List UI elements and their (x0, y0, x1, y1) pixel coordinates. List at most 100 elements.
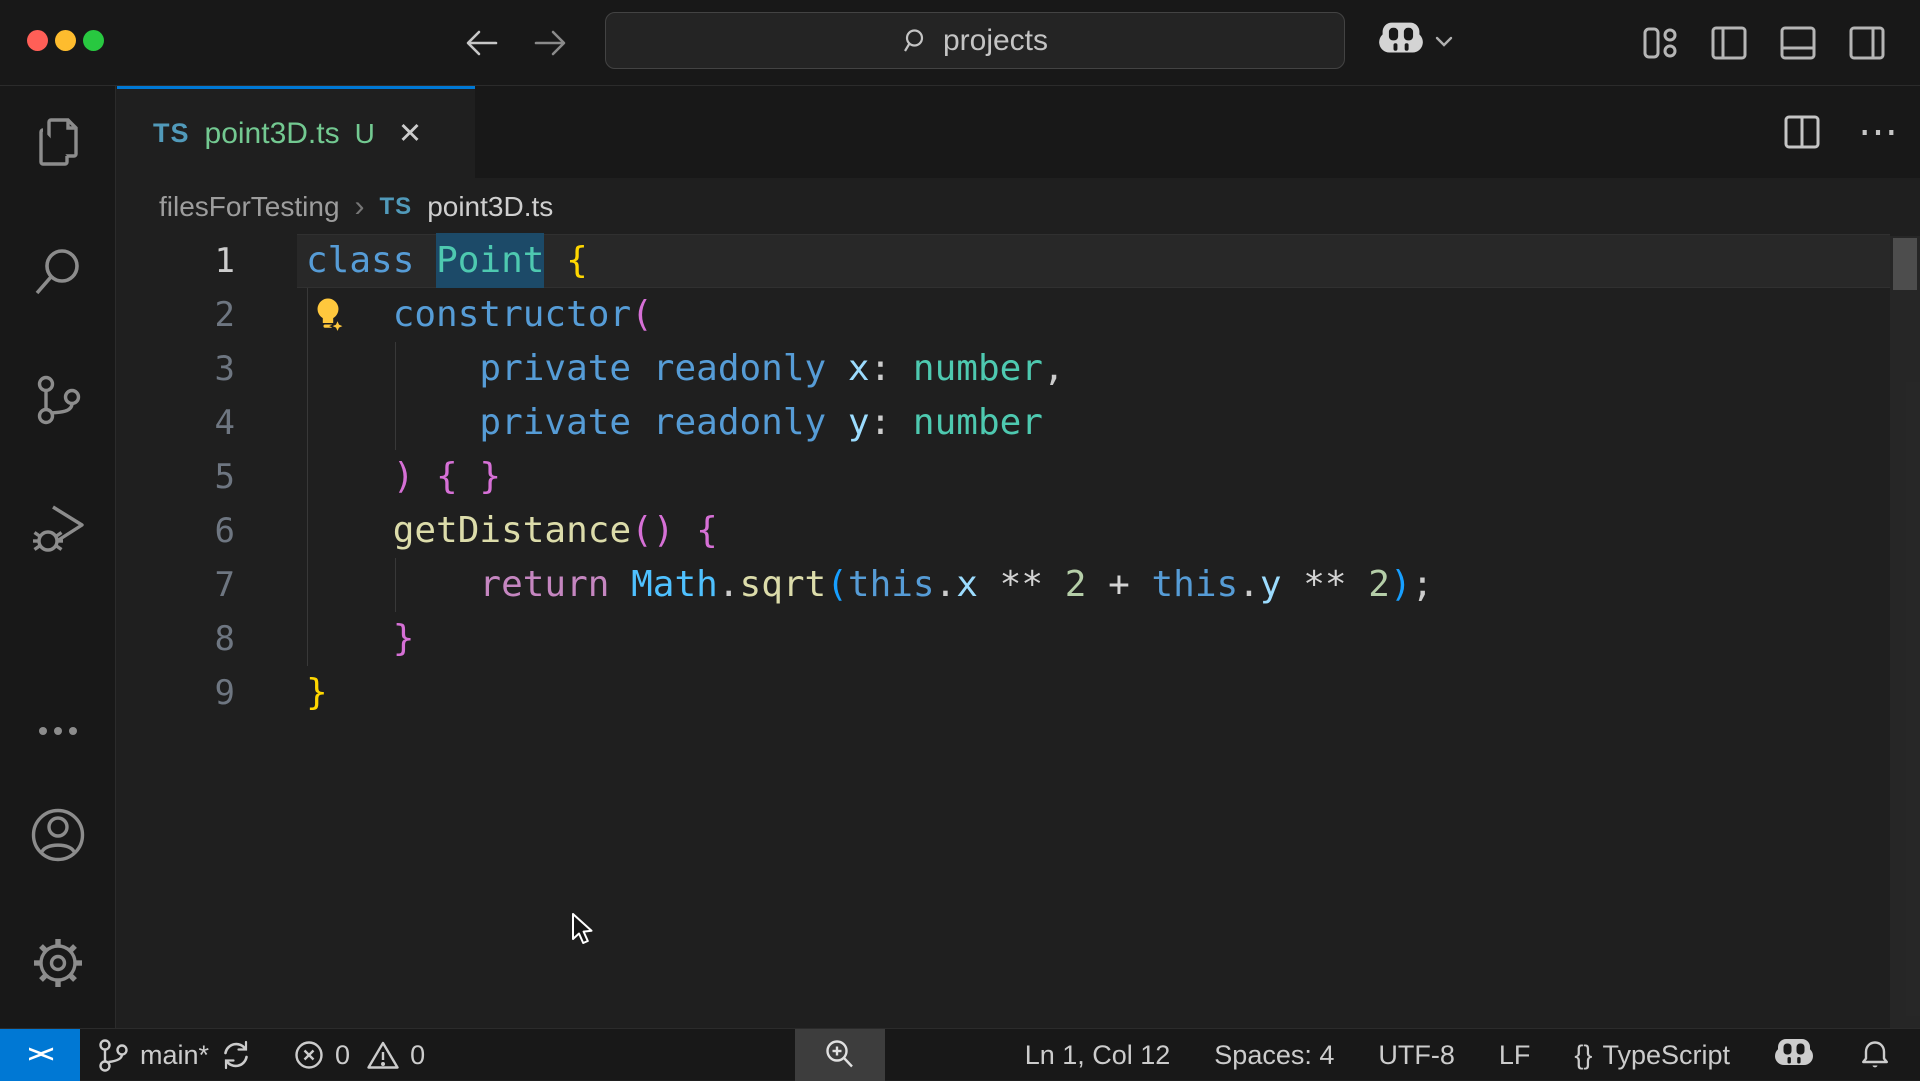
gear-icon (29, 934, 87, 992)
account-icon (29, 806, 87, 864)
code-line-text: } (392, 618, 415, 659)
toggle-panel-button[interactable] (1778, 24, 1818, 62)
line-number: 5 (214, 457, 235, 497)
account-button[interactable] (0, 806, 115, 864)
status-left: main* 0 0 (96, 1029, 425, 1081)
indent-guide (307, 288, 308, 666)
scrollbar-thumb[interactable] (1893, 238, 1917, 290)
indent-guide (395, 342, 396, 450)
search-icon (902, 27, 930, 55)
navigate-forward-button[interactable] (528, 21, 572, 65)
line-number: 7 (214, 565, 235, 605)
customize-layout-button[interactable] (1640, 24, 1680, 62)
ellipsis-icon (30, 721, 86, 741)
navigate-back-button[interactable] (460, 21, 504, 65)
indentation-item[interactable]: Spaces: 4 (1214, 1040, 1334, 1071)
close-window-button[interactable] (27, 30, 48, 51)
code-line-text: getDistance() { (392, 510, 718, 551)
editor-group: TS point3D.ts U ✕ ⋯ filesForTesting › TS… (117, 86, 1920, 1028)
code-line[interactable]: 1 class Point { (117, 233, 1920, 288)
code-lines: 1 class Point {2 constructor(3 private re… (117, 233, 1920, 720)
sidebar-item-source-control[interactable] (0, 371, 115, 427)
branch-icon (96, 1037, 130, 1073)
sidebar-item-more[interactable] (0, 721, 115, 741)
more-actions-button[interactable]: ⋯ (1858, 86, 1898, 178)
copilot-menu-button[interactable] (1378, 21, 1455, 61)
code-line[interactable]: 5 ) { } (117, 450, 1920, 504)
arrow-left-icon (460, 21, 504, 65)
braces-icon: {} (1574, 1039, 1593, 1070)
problems-item[interactable]: 0 0 (293, 1039, 425, 1071)
code-line[interactable]: 8 } (117, 612, 1920, 666)
tab-point3d[interactable]: TS point3D.ts U ✕ (117, 86, 475, 178)
line-number: 1 (214, 241, 235, 281)
remote-icon: >< (27, 1041, 54, 1068)
breadcrumb: filesForTesting › TS point3D.ts (117, 178, 1920, 236)
code-line-text: } (306, 672, 328, 713)
code-line[interactable]: 6 getDistance() { (117, 504, 1920, 558)
tab-bar: TS point3D.ts U ✕ ⋯ (117, 86, 1920, 178)
zoom-in-magnifier-icon (822, 1037, 858, 1073)
warning-count: 0 (410, 1039, 426, 1070)
source-control-branch-icon (30, 371, 86, 427)
breadcrumb-folder[interactable]: filesForTesting (159, 191, 340, 223)
line-number: 2 (214, 295, 235, 335)
line-number: 9 (214, 673, 235, 713)
eol-item[interactable]: LF (1499, 1040, 1531, 1071)
line-number: 6 (214, 511, 235, 551)
command-center-search[interactable]: projects (605, 12, 1345, 69)
branch-name: main* (140, 1039, 210, 1070)
code-editor[interactable]: 1 class Point {2 constructor(3 private re… (117, 233, 1920, 1028)
search-icon (30, 243, 86, 299)
error-icon (293, 1039, 325, 1071)
vscode-window: projects TS point3D.ts U ✕ ⋯ filesForTes… (0, 0, 1920, 1081)
code-line[interactable]: 9} (117, 666, 1920, 720)
code-line[interactable]: 4 private readonly y: number (117, 396, 1920, 450)
code-line-text: class Point { (306, 233, 588, 288)
title-bar: projects (0, 0, 1920, 86)
encoding-item[interactable]: UTF-8 (1378, 1040, 1455, 1071)
indent-guide (395, 558, 396, 612)
copilot-status-icon[interactable] (1774, 1038, 1814, 1072)
arrow-right-icon (528, 21, 572, 65)
sidebar-item-run-debug[interactable] (0, 497, 115, 555)
maximize-window-button[interactable] (83, 30, 104, 51)
code-line[interactable]: 2 constructor( (117, 288, 1920, 342)
line-number: 8 (214, 619, 235, 659)
language-name: TypeScript (1602, 1039, 1730, 1070)
command-center-text: projects (942, 23, 1049, 57)
cursor-position-item[interactable]: Ln 1, Col 12 (1025, 1040, 1171, 1071)
editor-scrollbar[interactable] (1890, 236, 1920, 1028)
zoom-status-item[interactable] (795, 1029, 885, 1081)
mouse-cursor (570, 913, 598, 947)
breadcrumb-file[interactable]: point3D.ts (427, 191, 553, 223)
layout-controls (1640, 24, 1887, 62)
git-branch-item[interactable]: main* (96, 1037, 253, 1073)
split-editor-button[interactable] (1782, 114, 1822, 150)
settings-button[interactable] (0, 934, 115, 992)
sync-icon (219, 1038, 253, 1072)
copilot-icon (1378, 21, 1424, 61)
status-bar: >< main* 0 0 Ln 1, Col 12 Spaces: 4 UTF-… (0, 1028, 1920, 1081)
close-tab-button[interactable]: ✕ (398, 116, 422, 151)
typescript-file-icon: TS (379, 193, 413, 220)
sidebar-item-explorer[interactable] (0, 114, 115, 170)
toggle-primary-sidebar-button[interactable] (1709, 24, 1749, 62)
notifications-bell-button[interactable] (1858, 1038, 1892, 1072)
status-right: Ln 1, Col 12 Spaces: 4 UTF-8 LF {} TypeS… (1025, 1029, 1892, 1081)
warning-icon (366, 1039, 400, 1071)
chevron-right-icon: › (354, 190, 365, 223)
error-count: 0 (335, 1039, 351, 1070)
activity-bar (0, 86, 116, 1028)
language-mode-item[interactable]: {} TypeScript (1574, 1040, 1730, 1071)
code-line[interactable]: 7 return Math.sqrt(this.x ** 2 + this.y … (117, 558, 1920, 612)
chevron-down-icon (1433, 34, 1455, 48)
code-line-text: constructor( (392, 294, 653, 335)
toggle-secondary-sidebar-button[interactable] (1847, 24, 1887, 62)
sidebar-item-search[interactable] (0, 243, 115, 299)
minimize-window-button[interactable] (55, 30, 76, 51)
code-line[interactable]: 3 private readonly x: number, (117, 342, 1920, 396)
code-line-text: private readonly x: number, (479, 348, 1065, 389)
remote-indicator[interactable]: >< (0, 1029, 80, 1081)
tab-title: point3D.ts (204, 116, 340, 150)
